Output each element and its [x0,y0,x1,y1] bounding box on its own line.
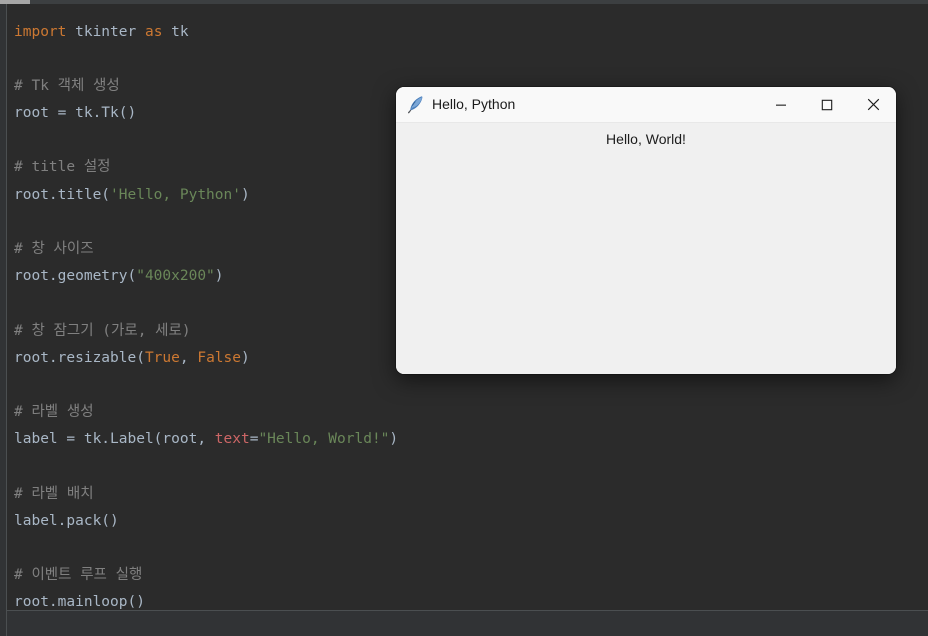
editor-bottom-pane [0,611,928,636]
code-token: 'Hello, Python' [110,186,241,203]
code-token: # 라벨 생성 [14,404,94,421]
code-token: ) [241,349,250,366]
code-token: label = tk.Label(root, [14,431,215,448]
close-icon [867,98,879,111]
screen: import tkinter as tk # Tk 객체 생성 root = tk… [0,0,928,636]
code-token: label.pack() [14,512,119,529]
window-controls [758,87,896,122]
code-token: # title 설정 [14,159,111,176]
code-token: ) [389,431,399,448]
code-token: ) [240,186,250,203]
code-token: root = tk.Tk() [14,105,137,122]
code-token: True [144,349,180,366]
code-token: "Hello, World!" [258,431,390,448]
code-token: , [179,349,198,366]
code-token: # 창 사이즈 [14,241,94,257]
code-token: # 이벤트 루프 실행 [14,567,143,584]
code-token: False [197,349,241,366]
code-token: text [214,431,250,448]
code-line: # 라벨 배치 [14,481,914,508]
window-body: Hello, World! [396,123,896,374]
code-line: label.pack() [14,508,914,535]
window-title: Hello, Python [432,96,516,112]
feather-quill-icon [407,95,425,114]
maximize-icon [821,99,833,110]
code-token: # 창 잠그기 (가로, 세로) [14,322,191,339]
maximize-button[interactable] [804,87,850,122]
code-token: # Tk 객체 생성 [14,77,120,94]
close-button[interactable] [850,87,896,122]
code-line: import tkinter as tk [14,19,914,46]
code-token: root.geometry( [14,268,137,285]
window-titlebar[interactable]: Hello, Python [396,87,896,123]
code-token: as [144,23,163,40]
horizontal-scrollbar-track[interactable] [0,0,928,4]
code-line: # 라벨 생성 [14,399,914,426]
code-token: root.resizable( [14,349,145,366]
code-token: "400x200" [136,268,215,285]
minimize-button[interactable] [758,87,804,122]
code-token: import [14,23,67,40]
code-token: tkinter [66,23,145,40]
code-token: # 라벨 배치 [14,485,94,502]
code-token: tk [162,23,189,40]
code-token: ) [214,268,224,285]
code-token: root.mainloop() [14,594,145,611]
gutter-separator [6,0,7,611]
code-line: # 이벤트 루프 실행 [14,562,914,589]
minimize-icon [776,104,786,106]
hello-world-label: Hello, World! [606,131,686,147]
code-line: label = tk.Label(root, text="Hello, Worl… [14,426,914,453]
bottom-pane-separator [6,611,7,636]
horizontal-scrollbar-thumb[interactable] [0,0,30,4]
tkinter-window[interactable]: Hello, Python Hello, World! [396,87,896,374]
code-token: root.title( [14,186,111,203]
